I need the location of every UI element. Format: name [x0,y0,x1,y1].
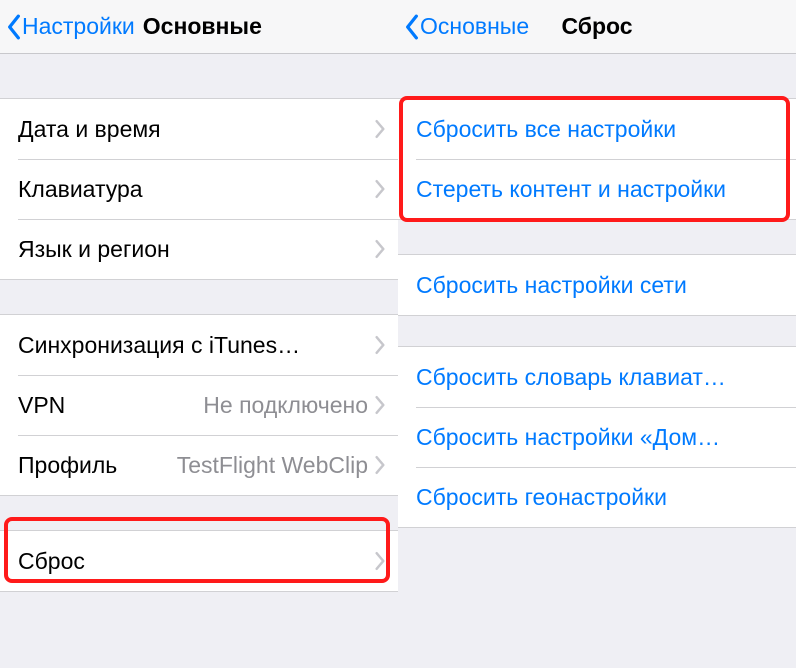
reset-location-privacy[interactable]: Сбросить геонастройки [398,467,796,527]
right-nav-title: Сброс [561,13,632,40]
right-nav-bar: Основные Сброс [398,0,796,54]
row-profile[interactable]: Профиль TestFlight WebClip [0,435,398,495]
row-label: Стереть контент и настройки [416,176,784,203]
chevron-right-icon [374,179,386,199]
spacer [0,496,398,530]
reset-keyboard-dictionary[interactable]: Сбросить словарь клавиат… [398,347,796,407]
row-label: Сброс [18,548,85,575]
left-pane: Настройки Основные Дата и время Клавиату… [0,0,398,668]
row-label: Дата и время [18,116,161,143]
spacer [0,54,398,98]
row-date-time[interactable]: Дата и время [0,99,398,159]
reset-network-settings[interactable]: Сбросить настройки сети [398,255,796,315]
row-vpn[interactable]: VPN Не подключено [0,375,398,435]
row-label: Сбросить геонастройки [416,484,784,511]
spacer [398,54,796,98]
back-label: Настройки [22,13,135,40]
chevron-right-icon [374,395,386,415]
chevron-right-icon [374,455,386,475]
left-nav-bar: Настройки Основные [0,0,398,54]
row-reset[interactable]: Сброс [0,531,398,591]
row-label: Синхронизация с iTunes… [18,332,300,359]
reset-group-3: Сбросить словарь клавиат… Сбросить настр… [398,346,796,528]
chevron-right-icon [374,239,386,259]
reset-home-layout[interactable]: Сбросить настройки «Дом… [398,407,796,467]
reset-all-settings[interactable]: Сбросить все настройки [398,99,796,159]
row-label: Сбросить все настройки [416,116,784,143]
spacer [398,220,796,254]
chevron-right-icon [374,335,386,355]
chevron-right-icon [374,119,386,139]
erase-content-settings[interactable]: Стереть контент и настройки [398,159,796,219]
right-pane: Основные Сброс Сбросить все настройки Ст… [398,0,796,668]
chevron-right-icon [374,551,386,571]
list-group-sync: Синхронизация с iTunes… VPN Не подключен… [0,314,398,496]
list-group-general: Дата и время Клавиатура Язык и регион [0,98,398,280]
row-value: TestFlight WebClip [117,452,374,479]
row-label: Сбросить настройки сети [416,272,784,299]
spacer [398,316,796,346]
row-language-region[interactable]: Язык и регион [0,219,398,279]
chevron-left-icon [6,14,22,40]
back-label: Основные [420,13,529,40]
row-itunes-sync[interactable]: Синхронизация с iTunes… [0,315,398,375]
row-label: VPN [18,392,65,419]
spacer [0,280,398,314]
row-value: Не подключено [65,392,374,419]
reset-group-1: Сбросить все настройки Стереть контент и… [398,98,796,220]
row-keyboard[interactable]: Клавиатура [0,159,398,219]
row-label: Сбросить настройки «Дом… [416,424,784,451]
back-button-general[interactable]: Основные [398,13,529,40]
row-label: Язык и регион [18,236,170,263]
chevron-left-icon [404,14,420,40]
back-button-settings[interactable]: Настройки [0,13,135,40]
row-label: Клавиатура [18,176,143,203]
left-nav-title: Основные [143,13,262,40]
row-label: Профиль [18,452,117,479]
row-label: Сбросить словарь клавиат… [416,364,784,391]
reset-group-2: Сбросить настройки сети [398,254,796,316]
list-group-reset: Сброс [0,530,398,592]
